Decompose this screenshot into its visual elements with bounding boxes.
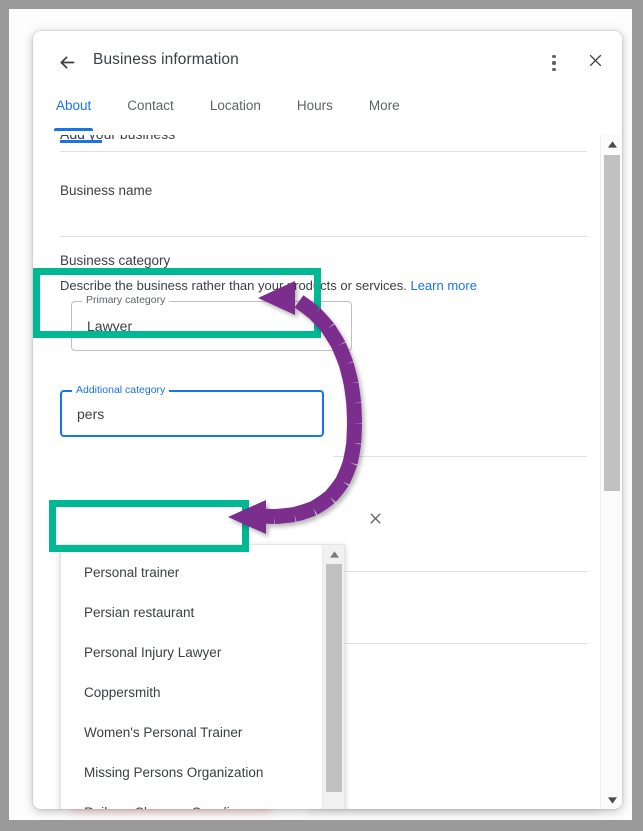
arrow-left-icon <box>57 52 78 78</box>
divider-top <box>60 151 587 152</box>
main-scroll-up-button[interactable] <box>601 135 622 153</box>
triangle-down-icon <box>608 791 617 809</box>
close-icon <box>368 511 383 531</box>
main-scrollbar[interactable] <box>600 135 622 809</box>
dropdown-item-personal-trainer[interactable]: Personal trainer <box>61 552 322 592</box>
triangle-up-icon <box>608 135 617 153</box>
business-category-description-text: Describe the business rather than your p… <box>60 278 407 293</box>
tab-location[interactable]: Location <box>210 94 261 125</box>
primary-category-label: Primary category <box>82 294 169 306</box>
additional-category-field[interactable]: Additional category pers <box>60 390 324 437</box>
tab-contact[interactable]: Contact <box>127 94 174 125</box>
divider-section-a <box>333 456 587 457</box>
dropdown-item-coppersmith[interactable]: Coppersmith <box>61 672 322 712</box>
close-icon <box>587 52 604 74</box>
tab-more[interactable]: More <box>369 94 400 125</box>
clear-additional-category-button[interactable] <box>363 509 387 533</box>
tab-hours[interactable]: Hours <box>297 94 333 125</box>
dropdown-scrollbar-thumb[interactable] <box>326 564 342 792</box>
tab-about[interactable]: About <box>56 94 91 125</box>
additional-category-input[interactable]: pers <box>77 406 104 422</box>
primary-category-field[interactable]: Primary category Lawyer <box>71 301 352 351</box>
additional-category-label: Additional category <box>72 384 169 396</box>
business-category-description: Describe the business rather than your p… <box>60 278 477 293</box>
business-name-label: Business name <box>60 183 152 198</box>
back-button[interactable] <box>54 52 80 78</box>
suggestion-list: Personal trainer Persian restaurant Pers… <box>61 545 322 809</box>
dropdown-item-missing-persons-organization[interactable]: Missing Persons Organization <box>61 752 322 792</box>
divider-section-b <box>333 571 587 572</box>
dropdown-scrollbar[interactable] <box>322 545 344 809</box>
divider-business-name <box>60 236 587 237</box>
dropdown-item-womens-personal-trainer[interactable]: Women's Personal Trainer <box>61 712 322 752</box>
form-content: Add your business Business name Business… <box>33 135 600 809</box>
category-suggestions-dropdown: Personal trainer Persian restaurant Pers… <box>60 544 345 809</box>
dropdown-scroll-up-button[interactable] <box>323 545 345 563</box>
page-background: Business information <box>9 9 632 820</box>
page-title: Business information <box>93 51 239 69</box>
main-scrollbar-thumb[interactable] <box>604 155 620 491</box>
business-category-label: Business category <box>60 253 170 268</box>
learn-more-link[interactable]: Learn more <box>410 278 476 293</box>
dialog-scroll-body: Add your business Business name Business… <box>33 135 622 809</box>
tab-bar: About Contact Location Hours More <box>33 94 622 134</box>
dropdown-item-personal-injury-lawyer[interactable]: Personal Injury Lawyer <box>61 632 322 672</box>
divider-section-c <box>333 643 587 644</box>
business-information-dialog: Business information <box>33 31 622 809</box>
dialog-header: Business information <box>33 31 622 94</box>
triangle-up-icon <box>330 545 339 563</box>
more-options-button[interactable] <box>541 50 567 76</box>
dropdown-item-persian-restaurant[interactable]: Persian restaurant <box>61 592 322 632</box>
browser-frame: Business information <box>0 0 643 831</box>
close-dialog-button[interactable] <box>582 50 608 76</box>
main-scroll-down-button[interactable] <box>601 791 622 809</box>
dropdown-item-railway-sleepers-supplier[interactable]: Railway Sleepers Supplier <box>61 792 322 809</box>
primary-category-value: Lawyer <box>87 318 132 334</box>
clipped-row-underline <box>60 140 102 143</box>
